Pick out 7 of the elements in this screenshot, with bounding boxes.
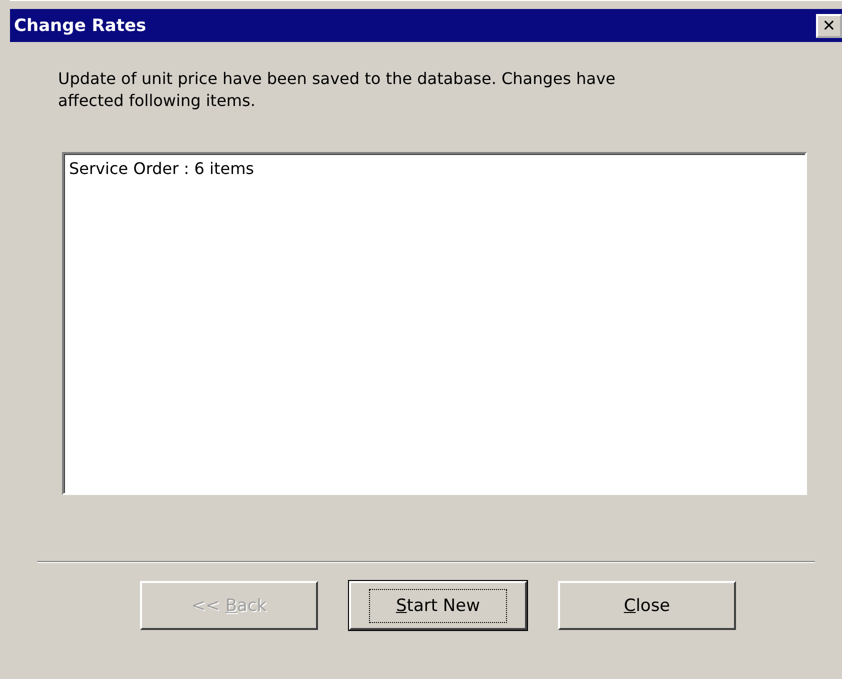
list-box[interactable]: Service Order : 6 items — [62, 152, 807, 495]
message-text: Update of unit price have been saved to the database. Changes have affected following items. — [58, 68, 616, 112]
window-title: Change Rates — [14, 16, 146, 36]
dialog-button[interactable]: Close — [558, 581, 736, 630]
list-item[interactable]: Service Order : 6 items — [69, 158, 800, 180]
dialog-button[interactable]: Start New — [349, 581, 527, 630]
close-button[interactable]: ✕ — [816, 14, 842, 38]
